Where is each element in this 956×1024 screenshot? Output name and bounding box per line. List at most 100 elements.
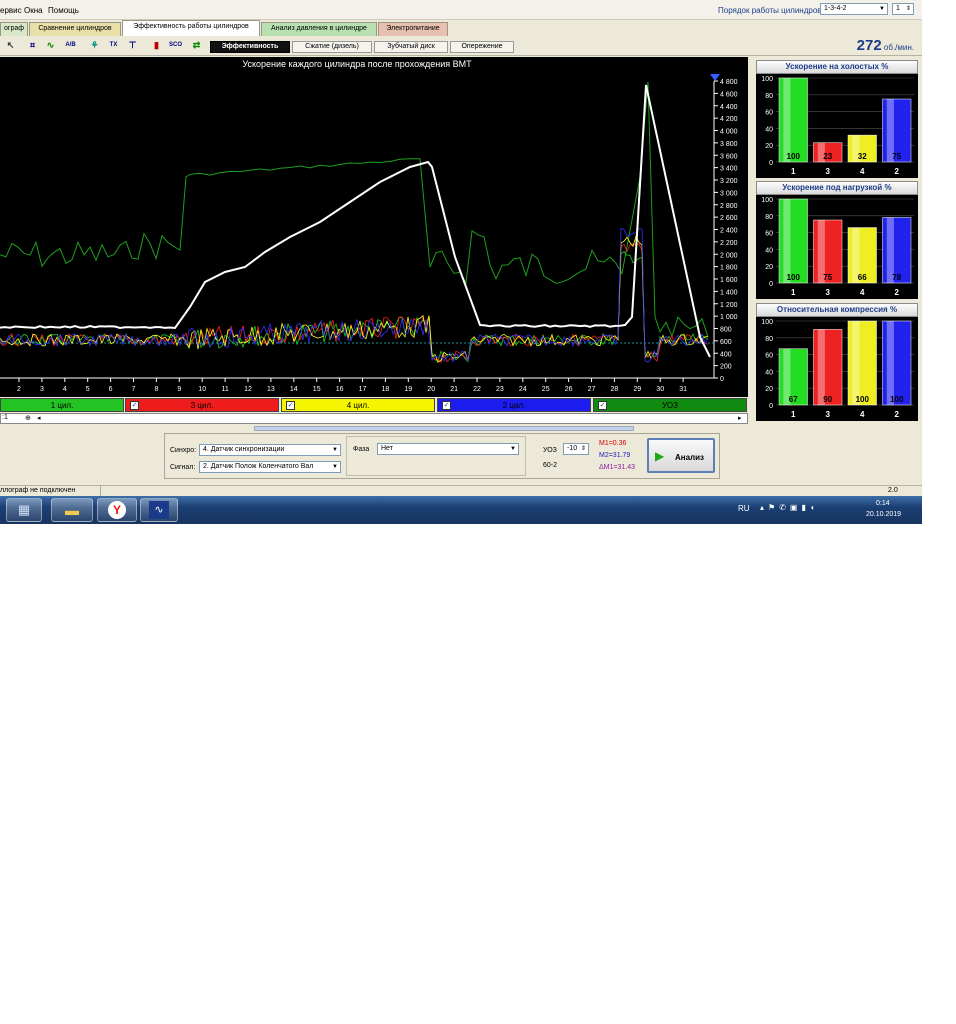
- x-tick-label: 25: [542, 386, 550, 393]
- panel-splitter[interactable]: [254, 426, 634, 431]
- rpm-value: 272: [856, 37, 882, 54]
- subtab-efficiency[interactable]: Эффективность: [210, 41, 290, 53]
- tab-cylinder-efficiency[interactable]: Эффективность работы цилиндров: [122, 20, 260, 36]
- y-tick-label: 2 800: [720, 203, 738, 210]
- idle-acceleration-panel: Ускорение на холостых % 100 80 60 40 20 0 100 1…: [756, 60, 918, 180]
- chevron-down-icon: ▼: [510, 446, 516, 452]
- signal-select[interactable]: 2. Датчик Полож Коленчатого Вал ▼: [199, 461, 341, 473]
- calculator-task-button[interactable]: ▦: [6, 498, 42, 522]
- bar-value-label: 32: [858, 152, 867, 161]
- y-tick-label: 1 600: [720, 277, 738, 284]
- subtab-gear-disk[interactable]: Зубчатый диск: [374, 41, 448, 53]
- tree-icon[interactable]: ⚘: [88, 39, 101, 52]
- bar-category-label: 4: [860, 167, 865, 176]
- horizontal-scrollbar[interactable]: :1 ⊕ ◂ ▸: [0, 413, 748, 424]
- bar-category-label: 3: [826, 410, 831, 419]
- x-tick-label: 23: [496, 386, 504, 393]
- yandex-task-button[interactable]: Y: [97, 498, 137, 522]
- tray-icons[interactable]: ▴⚑✆▣▮◖: [760, 503, 819, 512]
- acceleration-chart[interactable]: Ускорение каждого цилиндра после прохожд…: [0, 57, 748, 397]
- bar-y-tick-label: 100: [761, 76, 773, 83]
- cylinder-spinner[interactable]: 1 ⇕: [892, 3, 914, 15]
- checkbox-icon[interactable]: ✓: [598, 401, 607, 410]
- ab-icon[interactable]: A/B: [64, 39, 77, 52]
- bars-icon[interactable]: ▮: [150, 39, 163, 52]
- clock-date[interactable]: 20.10.2019: [866, 511, 901, 518]
- marker-icon[interactable]: [710, 74, 720, 81]
- tab-oscillograph[interactable]: ограф: [0, 22, 28, 36]
- phase-select[interactable]: Нет ▼: [377, 443, 519, 455]
- tx-icon[interactable]: TX: [107, 39, 120, 52]
- compression-chart: 100 80 60 40 20 0 67 1 90 3 100 4 100 2: [756, 317, 918, 421]
- cursor-icon[interactable]: ↖: [4, 39, 17, 52]
- checkbox-icon[interactable]: ✓: [130, 401, 139, 410]
- legend-label: 3 цил.: [190, 401, 214, 410]
- sync-value: 4. Датчик синхронизации: [203, 446, 285, 453]
- checkbox-icon[interactable]: ✓: [442, 401, 451, 410]
- bar-value-label: 23: [823, 152, 832, 161]
- legend-uoz[interactable]: ✓ УОЗ: [593, 398, 747, 412]
- legend-label: 1 цил.: [50, 401, 74, 410]
- x-tick-label: 22: [473, 386, 481, 393]
- checkbox-icon[interactable]: ✓: [286, 401, 295, 410]
- zoom-reset-icon[interactable]: ⊕: [25, 414, 31, 422]
- firing-order-select[interactable]: 1-3-4-2 ▼: [820, 3, 888, 15]
- folder-icon: ▬: [65, 502, 79, 518]
- controls-panel: Синхро: 4. Датчик синхронизации ▼ Сигнал:…: [164, 433, 720, 479]
- bar-value-label: 100: [890, 395, 904, 404]
- language-indicator[interactable]: RU: [738, 504, 750, 513]
- legend-cyl-1[interactable]: 1 цил.: [0, 398, 124, 412]
- bar-category-label: 2: [895, 167, 900, 176]
- compression-panel: Относительная компрессия % 100 80 60 40 20 0 6…: [756, 303, 918, 423]
- marker-delta: ΔM1=31.43: [599, 464, 636, 471]
- zoom-icon[interactable]: ⌗: [26, 39, 39, 52]
- y-tick-label: 800: [720, 327, 732, 334]
- load-acceleration-title: Ускорение под нагрузкой %: [756, 181, 918, 195]
- bar-y-tick-label: 0: [769, 403, 773, 410]
- x-tick-label: 2: [17, 386, 21, 393]
- uoz-trace: [0, 81, 709, 338]
- bar-value-label: 66: [858, 273, 867, 282]
- trigger-icon[interactable]: ⊤: [126, 39, 139, 52]
- sync-select[interactable]: 4. Датчик синхронизации ▼: [199, 444, 341, 456]
- clock-time[interactable]: 0:14: [876, 500, 890, 507]
- legend-cyl-4[interactable]: ✓ 4 цил.: [281, 398, 435, 412]
- x-tick-label: 19: [404, 386, 412, 393]
- menu-item-help[interactable]: Помощь: [48, 6, 79, 15]
- x-tick-label: 11: [221, 386, 228, 393]
- analyze-button[interactable]: ▶ Анализ: [647, 438, 715, 473]
- subtab-advance[interactable]: Опережение: [450, 41, 514, 53]
- uoz-label: УОЗ: [543, 447, 557, 454]
- x-tick-label: 15: [313, 386, 321, 393]
- scope-icon[interactable]: SCO: [169, 39, 182, 52]
- bar-value-label: 75: [892, 152, 901, 161]
- uoz-spinner[interactable]: -10 ⇕: [563, 443, 589, 455]
- menu-item-service[interactable]: ервис: [0, 6, 22, 15]
- scale-label: :1: [2, 414, 8, 421]
- acceleration-trace: [0, 84, 711, 358]
- arrows-icon[interactable]: ⇄: [190, 39, 203, 52]
- explorer-task-button[interactable]: ▬: [51, 498, 93, 522]
- legend-cyl-2[interactable]: ✓ 2 цил.: [437, 398, 591, 412]
- tab-pressure-analysis[interactable]: Анализ давления в цилиндре: [261, 22, 377, 36]
- bar-y-tick-label: 20: [765, 143, 773, 150]
- spin-icon: ⇕: [905, 6, 911, 12]
- bar-y-tick-label: 100: [761, 319, 773, 326]
- chevron-down-icon: ▼: [879, 6, 885, 12]
- wave-icon[interactable]: ∿: [44, 39, 57, 52]
- legend-cyl-3[interactable]: ✓ 3 цил.: [125, 398, 279, 412]
- tab-power-supply[interactable]: Электропитание: [378, 22, 448, 36]
- menu-item-windows[interactable]: Окна: [24, 6, 43, 15]
- scroll-right-icon[interactable]: ▸: [738, 414, 742, 422]
- tab-cylinder-compare[interactable]: Сравнение цилиндров: [29, 22, 121, 36]
- x-tick-label: 29: [633, 386, 641, 393]
- bar-y-tick-label: 20: [765, 386, 773, 393]
- y-tick-label: 1 400: [720, 289, 738, 296]
- subtab-compression[interactable]: Сжатие (дизель): [292, 41, 372, 53]
- bar-y-tick-label: 60: [765, 353, 773, 360]
- sync-label: Синхро:: [170, 447, 197, 454]
- scroll-left-icon[interactable]: ◂: [37, 414, 41, 422]
- x-tick-label: 10: [198, 386, 206, 393]
- oscilloscope-task-button[interactable]: ∿: [140, 498, 178, 522]
- bar-y-tick-label: 20: [765, 264, 773, 271]
